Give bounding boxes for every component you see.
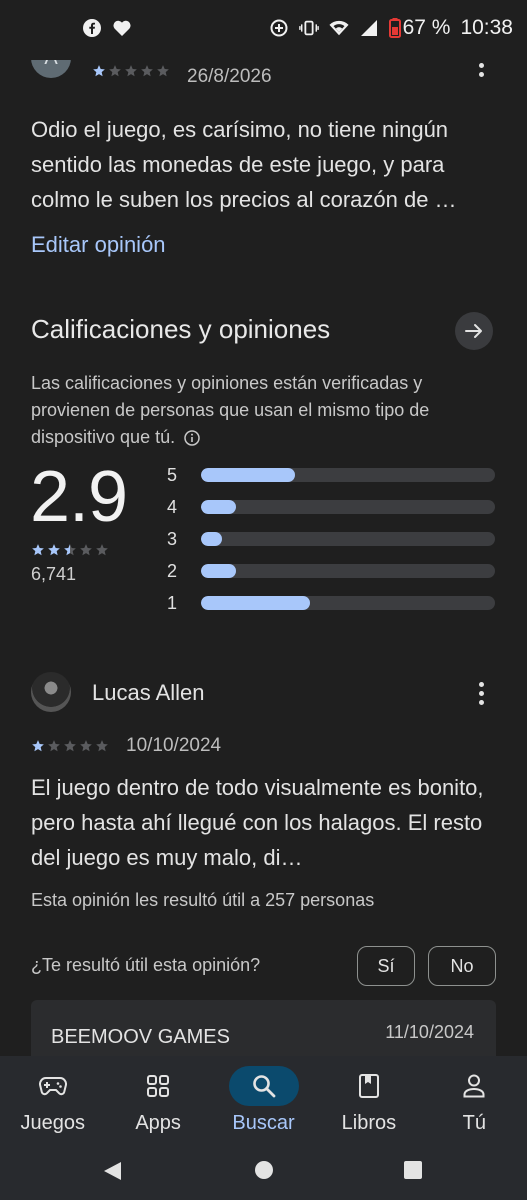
back-icon[interactable] — [101, 1160, 123, 1182]
star-icon — [64, 740, 76, 752]
review-stars — [31, 739, 109, 753]
facebook-icon — [82, 18, 102, 38]
star-icon — [157, 65, 169, 77]
nav-label: Libros — [341, 1112, 397, 1134]
star-icon — [64, 544, 76, 556]
nav-item-apps[interactable]: Apps — [105, 1056, 210, 1146]
heart-icon — [112, 18, 132, 38]
recents-icon[interactable] — [403, 1160, 423, 1180]
rating-bar-track — [201, 596, 495, 610]
star-icon — [96, 740, 108, 752]
helpful-yes-button[interactable]: Sí — [357, 946, 415, 986]
section-description: Las calificaciones y opiniones están ver… — [31, 370, 501, 451]
star-icon — [109, 65, 121, 77]
arrow-right-icon — [465, 324, 482, 338]
gamepad-icon — [38, 1077, 67, 1096]
star-icon — [32, 544, 44, 556]
star-icon — [96, 544, 108, 556]
star-icon — [93, 65, 105, 77]
bottom-nav: Juegos Apps Buscar Libros Tú — [0, 1056, 527, 1146]
nav-item-juegos[interactable]: Juegos — [0, 1056, 105, 1146]
average-stars — [31, 543, 109, 557]
review-text[interactable]: El juego dentro de todo visualmente es b… — [31, 770, 501, 875]
rating-bar-label: 5 — [167, 464, 178, 485]
nav-item-buscar[interactable]: Buscar — [211, 1056, 316, 1146]
star-icon — [80, 740, 92, 752]
rating-bar-fill — [201, 532, 222, 546]
rating-bar-track — [201, 500, 495, 514]
nav-label: Buscar — [232, 1112, 295, 1134]
system-nav-bar — [0, 1146, 527, 1200]
rating-bar-label: 2 — [167, 560, 178, 581]
info-icon[interactable] — [184, 430, 200, 446]
signal-icon — [359, 18, 379, 38]
battery-icon — [388, 18, 401, 38]
helpful-count: Esta opinión les resultó útil a 257 pers… — [31, 890, 375, 910]
rating-bar-row: 1 — [167, 593, 495, 613]
search-icon — [252, 1075, 275, 1098]
nav-label: Juegos — [20, 1112, 85, 1134]
star-icon — [48, 740, 60, 752]
star-icon — [125, 65, 137, 77]
star-icon — [80, 544, 92, 556]
developer-reply: BEEMOOV GAMES 11/10/2024 — [31, 1000, 496, 1056]
main-content[interactable]: A 26/8/2026 Odio el juego, es carísimo, … — [0, 0, 527, 1056]
rating-bar-track — [201, 564, 495, 578]
review-date: 26/8/2026 — [187, 66, 272, 87]
rating-bar-label: 4 — [167, 496, 178, 517]
edit-review-link[interactable]: Editar opinión — [31, 232, 166, 258]
star-icon — [32, 740, 44, 752]
rating-bar-label: 1 — [167, 592, 178, 613]
arrow-right-button[interactable] — [455, 312, 493, 350]
helpful-question: ¿Te resultó útil esta opinión? — [31, 955, 261, 975]
apps-grid-icon — [147, 1075, 170, 1097]
star-icon — [141, 65, 153, 77]
rating-bar-row: 3 — [167, 529, 495, 549]
rating-bar-row: 4 — [167, 497, 495, 517]
battery-level: 67 % — [402, 16, 451, 39]
nav-label: Tú — [462, 1112, 486, 1134]
nav-item-tu[interactable]: Tú — [422, 1056, 527, 1146]
developer-reply-date: 11/10/2024 — [385, 1022, 474, 1042]
rating-count: 6,741 — [31, 564, 77, 584]
section-title: Calificaciones y opiniones — [31, 314, 331, 344]
rating-bar-fill — [201, 468, 296, 482]
rating-bar-track — [201, 532, 495, 546]
review-text: Odio el juego, es carísimo, no tiene nin… — [31, 117, 457, 212]
developer-name: BEEMOOV GAMES — [51, 1026, 230, 1048]
status-bar: 67 % 10:38 — [0, 0, 527, 60]
helpful-no-button[interactable]: No — [428, 946, 496, 986]
nav-label: Apps — [135, 1112, 181, 1134]
average-rating: 2.9 — [30, 457, 128, 537]
rating-bar-row: 5 — [167, 465, 495, 485]
star-icon — [48, 544, 60, 556]
rating-bar-track — [201, 468, 495, 482]
rating-bar-fill — [201, 500, 237, 514]
home-icon[interactable] — [254, 1160, 274, 1180]
review-stars — [92, 64, 170, 78]
wifi-icon — [329, 18, 349, 38]
rating-bar-row: 2 — [167, 561, 495, 581]
rating-bar-fill — [201, 564, 237, 578]
description-text: Las calificaciones y opiniones están ver… — [31, 373, 430, 447]
data-saver-icon — [269, 18, 289, 38]
book-icon — [358, 1074, 379, 1098]
rating-bar-label: 3 — [167, 528, 178, 549]
avatar — [31, 672, 71, 712]
rating-bar-fill — [201, 596, 310, 610]
more-options-icon[interactable] — [469, 682, 493, 705]
reviewer-name: Lucas Allen — [92, 680, 205, 705]
vibrate-icon — [298, 18, 319, 38]
clock: 10:38 — [460, 16, 513, 39]
nav-item-libros[interactable]: Libros — [316, 1056, 421, 1146]
review-date: 10/10/2024 — [126, 735, 222, 756]
person-icon — [463, 1074, 485, 1098]
